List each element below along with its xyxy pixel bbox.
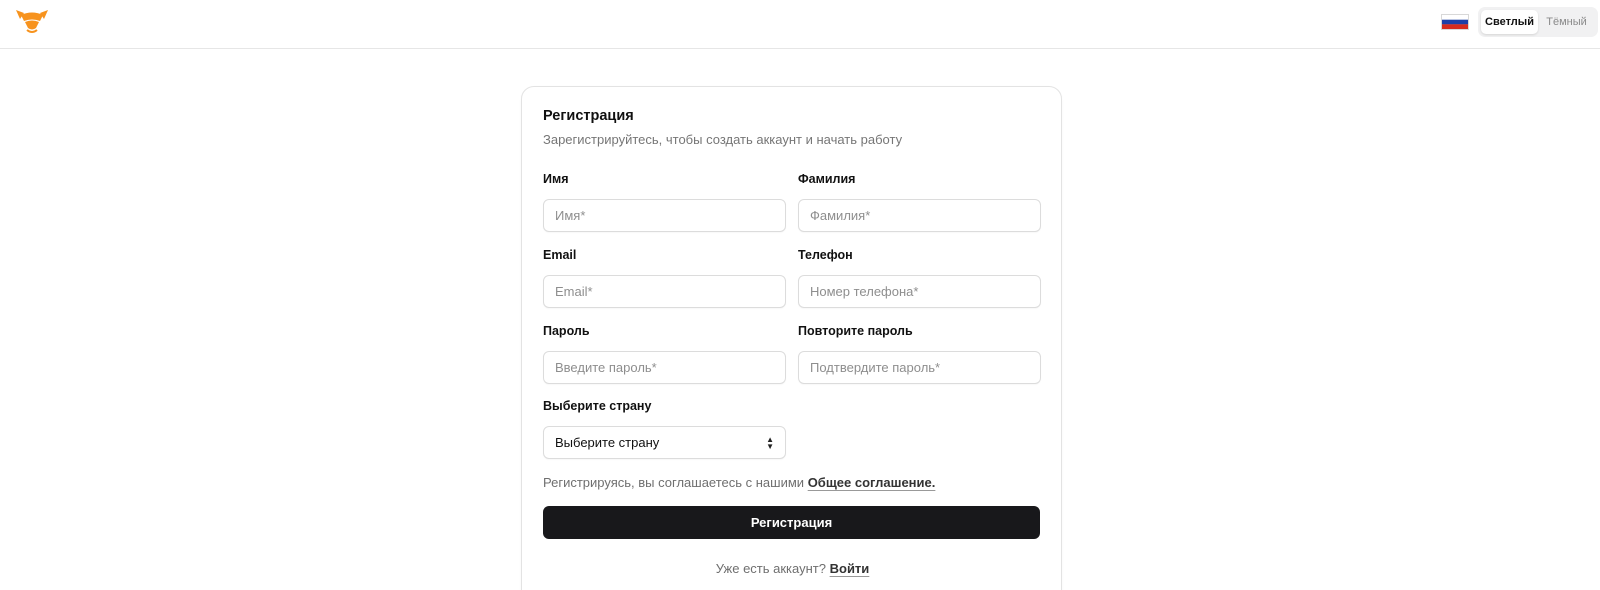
first-name-input[interactable]: Имя*: [543, 199, 786, 232]
login-link[interactable]: Войти: [830, 561, 870, 576]
password-input[interactable]: Введите пароль*: [543, 351, 786, 384]
login-prompt: Уже есть аккаунт? Войти: [522, 561, 1063, 576]
form-subtitle: Зарегистрируйтесь, чтобы создать аккаунт…: [543, 132, 903, 147]
last-name-input[interactable]: Фамилия*: [798, 199, 1041, 232]
email-placeholder: Email*: [555, 284, 593, 299]
password-confirm-placeholder: Подтвердите пароль*: [810, 360, 941, 375]
phone-label: Телефон: [798, 248, 853, 262]
phone-field: Телефон Номер телефона*: [798, 248, 1041, 308]
last-name-field: Фамилия Фамилия*: [798, 172, 1041, 232]
login-text: Уже есть аккаунт?: [715, 561, 826, 576]
select-arrows-icon: ▲ ▼: [766, 434, 774, 451]
last-name-placeholder: Фамилия*: [810, 208, 871, 223]
phone-input[interactable]: Номер телефона*: [798, 275, 1041, 308]
country-field: Выберите страну Выберите страну ▲ ▼: [543, 399, 786, 459]
theme-light-option[interactable]: Светлый: [1481, 10, 1538, 34]
phone-placeholder: Номер телефона*: [810, 284, 919, 299]
agreement-line: Регистрируясь, вы соглашаетесь с нашими …: [543, 475, 935, 490]
form-title: Регистрация: [543, 108, 634, 124]
email-field: Email Email*: [543, 248, 786, 308]
password-label: Пароль: [543, 324, 590, 338]
password-field: Пароль Введите пароль*: [543, 324, 786, 384]
country-select-value: Выберите страну: [555, 435, 660, 450]
top-bar: Светлый Тёмный: [0, 0, 1600, 49]
country-label: Выберите страну: [543, 399, 652, 413]
first-name-field: Имя Имя*: [543, 172, 786, 232]
email-label: Email: [543, 248, 577, 262]
fox-logo-icon[interactable]: [15, 7, 49, 35]
password-confirm-input[interactable]: Подтвердите пароль*: [798, 351, 1041, 384]
theme-switch: Светлый Тёмный: [1478, 7, 1598, 37]
country-select[interactable]: Выберите страну ▲ ▼: [543, 426, 786, 459]
russia-flag-icon[interactable]: [1441, 14, 1469, 30]
password-confirm-field: Повторите пароль Подтвердите пароль*: [798, 324, 1041, 384]
register-button[interactable]: Регистрация: [543, 506, 1040, 539]
registration-card: Регистрация Зарегистрируйтесь, чтобы соз…: [521, 86, 1062, 590]
agreement-link[interactable]: Общее соглашение.: [808, 475, 936, 490]
email-input[interactable]: Email*: [543, 275, 786, 308]
first-name-label: Имя: [543, 172, 569, 186]
password-placeholder: Введите пароль*: [555, 360, 657, 375]
last-name-label: Фамилия: [798, 172, 856, 186]
password-confirm-label: Повторите пароль: [798, 324, 913, 338]
agreement-text: Регистрируясь, вы соглашаетесь с нашими: [543, 475, 805, 490]
first-name-placeholder: Имя*: [555, 208, 586, 223]
theme-dark-option[interactable]: Тёмный: [1538, 10, 1595, 34]
